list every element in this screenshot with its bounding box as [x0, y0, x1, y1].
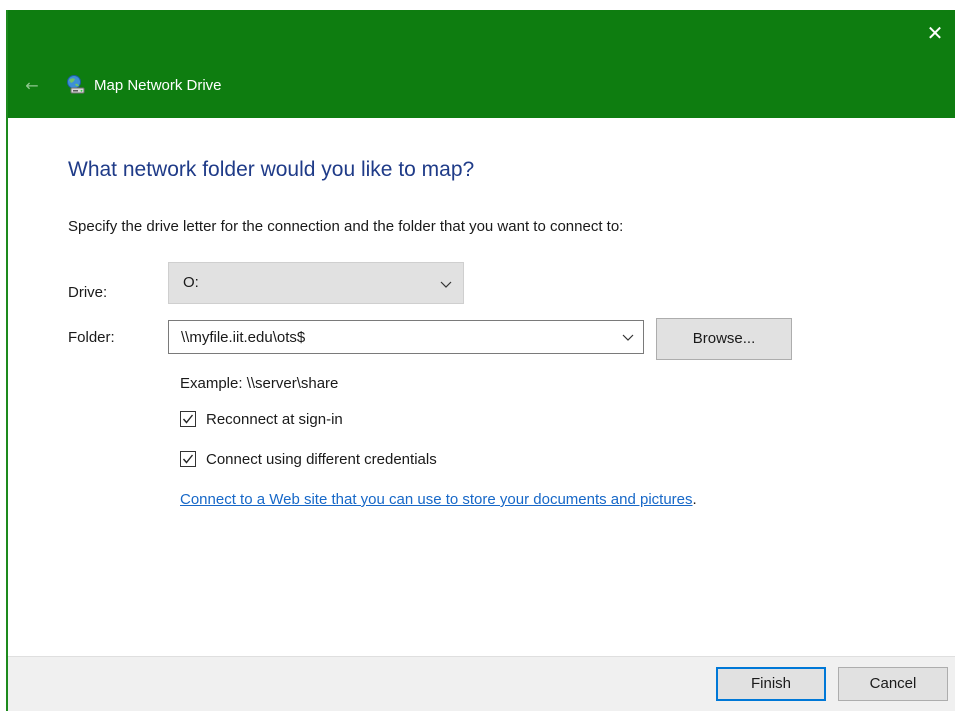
web-site-link[interactable]: Connect to a Web site that you can use t…	[180, 491, 693, 508]
close-icon: ✕	[926, 21, 944, 45]
back-arrow-icon: ←	[25, 76, 39, 95]
drive-select[interactable]: O:	[168, 262, 464, 304]
instructions-text: Specify the drive letter for the connect…	[68, 218, 624, 235]
credentials-checkbox[interactable]	[180, 451, 196, 467]
checkmark-icon	[182, 414, 194, 424]
dialog-title: Map Network Drive	[94, 77, 222, 94]
web-link-period: .	[692, 491, 697, 508]
cancel-button[interactable]: Cancel	[838, 667, 948, 701]
checkmark-icon	[182, 454, 194, 464]
drive-label: Drive:	[68, 284, 108, 301]
chevron-down-icon[interactable]	[619, 328, 637, 346]
dialog-footer: Finish Cancel	[8, 656, 955, 711]
example-text: Example: \\server\share	[180, 375, 339, 392]
network-drive-icon	[65, 74, 87, 96]
folder-input[interactable]	[181, 326, 601, 348]
reconnect-label: Reconnect at sign-in	[206, 411, 343, 428]
credentials-label: Connect using different credentials	[206, 451, 437, 468]
finish-button[interactable]: Finish	[716, 667, 826, 701]
title-bar: ✕ ← Map Network Drive	[8, 10, 955, 118]
folder-combobox[interactable]	[168, 320, 644, 354]
page-heading: What network folder would you like to ma…	[68, 158, 475, 181]
close-button[interactable]: ✕	[917, 16, 953, 50]
reconnect-checkbox[interactable]	[180, 411, 196, 427]
browse-button[interactable]: Browse...	[656, 318, 792, 360]
map-network-drive-dialog: ✕ ← Map Network Drive What network folde…	[6, 10, 955, 711]
screen-top-edge	[0, 0, 955, 10]
web-link-row: Connect to a Web site that you can use t…	[180, 490, 697, 510]
drive-select-value: O:	[183, 274, 199, 291]
folder-label: Folder:	[68, 329, 115, 346]
chevron-down-icon	[437, 275, 455, 293]
back-button[interactable]: ←	[20, 76, 44, 96]
